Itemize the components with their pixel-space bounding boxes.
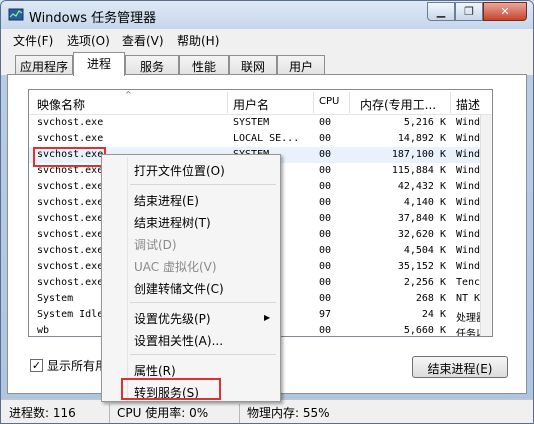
cell-memory: 2,256 K — [403, 277, 446, 288]
tab-networking[interactable]: 联网 — [229, 55, 277, 75]
column-user-name[interactable]: 用户名 — [233, 96, 269, 113]
close-button[interactable]: ✕ — [483, 2, 527, 21]
cell-memory: 4,504 K — [403, 245, 446, 256]
cell-cpu: 00 — [319, 325, 332, 336]
cell-memory: 268 K — [415, 293, 446, 304]
restore-button[interactable]: ❐ — [455, 2, 483, 21]
cell-memory: 24 K — [421, 309, 446, 320]
cell-image-name: svchost.exe — [37, 133, 104, 144]
menu-open-file-location[interactable]: 打开文件位置(O) — [134, 162, 225, 179]
status-cpu: CPU 使用率: 0% — [117, 406, 209, 420]
menu-set-priority[interactable]: 设置优先级(P) — [134, 310, 211, 327]
cell-cpu: 00 — [319, 149, 332, 160]
column-image-name[interactable]: 映像名称 — [37, 96, 85, 113]
status-processes: 进程数: 116 — [9, 406, 76, 420]
status-bar: 进程数: 116 CPU 使用率: 0% 物理内存: 55% — [1, 399, 533, 423]
table-row[interactable]: svchost.exe LOCAL SE... 00 14,892 K Windo — [29, 131, 492, 147]
menu-uac-virtualization: UAC 虚拟化(V) — [134, 260, 217, 274]
cell-memory: 35,152 K — [397, 261, 446, 272]
cell-memory: 42,432 K — [397, 181, 446, 192]
menu-file[interactable]: 文件(F) — [13, 32, 53, 49]
end-process-button[interactable]: 结束进程(E) — [412, 356, 508, 378]
cell-cpu: 00 — [319, 261, 332, 272]
menu-properties[interactable]: 属性(R) — [134, 362, 176, 379]
cell-user-name: SYSTEM — [233, 117, 270, 128]
tab-applications[interactable]: 应用程序 — [15, 55, 73, 75]
cell-user-name: LOCAL SE... — [233, 133, 300, 144]
menu-options[interactable]: 选项(O) — [67, 32, 110, 49]
menu-help[interactable]: 帮助(H) — [177, 32, 219, 49]
cell-cpu: 00 — [319, 293, 332, 304]
menu-bar: 文件(F) 选项(O) 查看(V) 帮助(H) — [1, 29, 533, 49]
table-row[interactable]: svchost.exe SYSTEM 00 5,216 K Windo — [29, 115, 492, 131]
cell-cpu: 00 — [319, 165, 332, 176]
cell-memory: 115,884 K — [391, 165, 446, 176]
tab-bar: 应用程序 进程 服务 性能 联网 用户 — [1, 49, 533, 76]
tab-users[interactable]: 用户 — [277, 55, 325, 75]
cell-image-name: svchost.exe — [37, 117, 104, 128]
cell-cpu: 00 — [319, 181, 332, 192]
column-description[interactable]: 描述 — [456, 96, 480, 113]
menu-debug: 调试(D) — [134, 238, 177, 252]
submenu-arrow-icon: ▶ — [264, 313, 271, 322]
sort-up-icon: ^ — [125, 90, 132, 99]
cell-cpu: 00 — [319, 277, 332, 288]
status-memory: 物理内存: 55% — [247, 406, 330, 420]
cell-cpu: 00 — [319, 245, 332, 256]
highlight-box-go-to-services — [121, 378, 221, 400]
column-memory[interactable]: 内存(专用工... — [360, 96, 436, 113]
cell-memory: 5,660 K — [403, 325, 446, 336]
minimize-button[interactable]: ▁ — [427, 2, 455, 21]
window-title: Windows 任务管理器 — [29, 11, 157, 26]
tab-services[interactable]: 服务 — [125, 55, 179, 75]
column-cpu[interactable]: CPU — [319, 96, 339, 107]
menu-set-affinity[interactable]: 设置相关性(A)... — [134, 332, 223, 349]
title-bar: Windows 任务管理器 ▁ ❐ ✕ — [1, 1, 533, 29]
cell-memory: 4,140 K — [403, 197, 446, 208]
cell-memory: 32,620 K — [397, 229, 446, 240]
cell-cpu: 00 — [319, 133, 332, 144]
cell-memory: 14,892 K — [397, 133, 446, 144]
checkmark-icon[interactable]: ✓ — [30, 359, 43, 372]
tab-performance[interactable]: 性能 — [179, 55, 229, 75]
cell-memory: 37,840 K — [397, 213, 446, 224]
cell-memory: 187,100 K — [391, 149, 446, 160]
task-manager-window: Windows 任务管理器 ▁ ❐ ✕ 文件(F) 选项(O) 查看(V) 帮助… — [0, 0, 534, 424]
cell-cpu: 00 — [319, 117, 332, 128]
cell-cpu: 00 — [319, 197, 332, 208]
cell-cpu: 97 — [319, 309, 332, 320]
context-menu: 打开文件位置(O) 结束进程(E) 结束进程树(T) 调试(D) UAC 虚拟化… — [101, 154, 281, 402]
highlight-box-process — [33, 147, 106, 167]
menu-view[interactable]: 查看(V) — [122, 32, 164, 49]
menu-end-process-tree[interactable]: 结束进程树(T) — [134, 214, 211, 231]
cell-memory: 5,216 K — [403, 117, 446, 128]
cell-cpu: 00 — [319, 229, 332, 240]
list-header: ^ 映像名称 用户名 CPU 内存(专用工... 描述 — [29, 90, 492, 115]
menu-create-dump-file[interactable]: 创建转储文件(C) — [134, 280, 224, 297]
vertical-scrollbar[interactable] — [480, 115, 492, 336]
task-manager-icon — [8, 8, 24, 21]
tab-processes[interactable]: 进程 — [73, 52, 125, 76]
cell-cpu: 00 — [319, 213, 332, 224]
menu-end-process[interactable]: 结束进程(E) — [134, 192, 199, 209]
